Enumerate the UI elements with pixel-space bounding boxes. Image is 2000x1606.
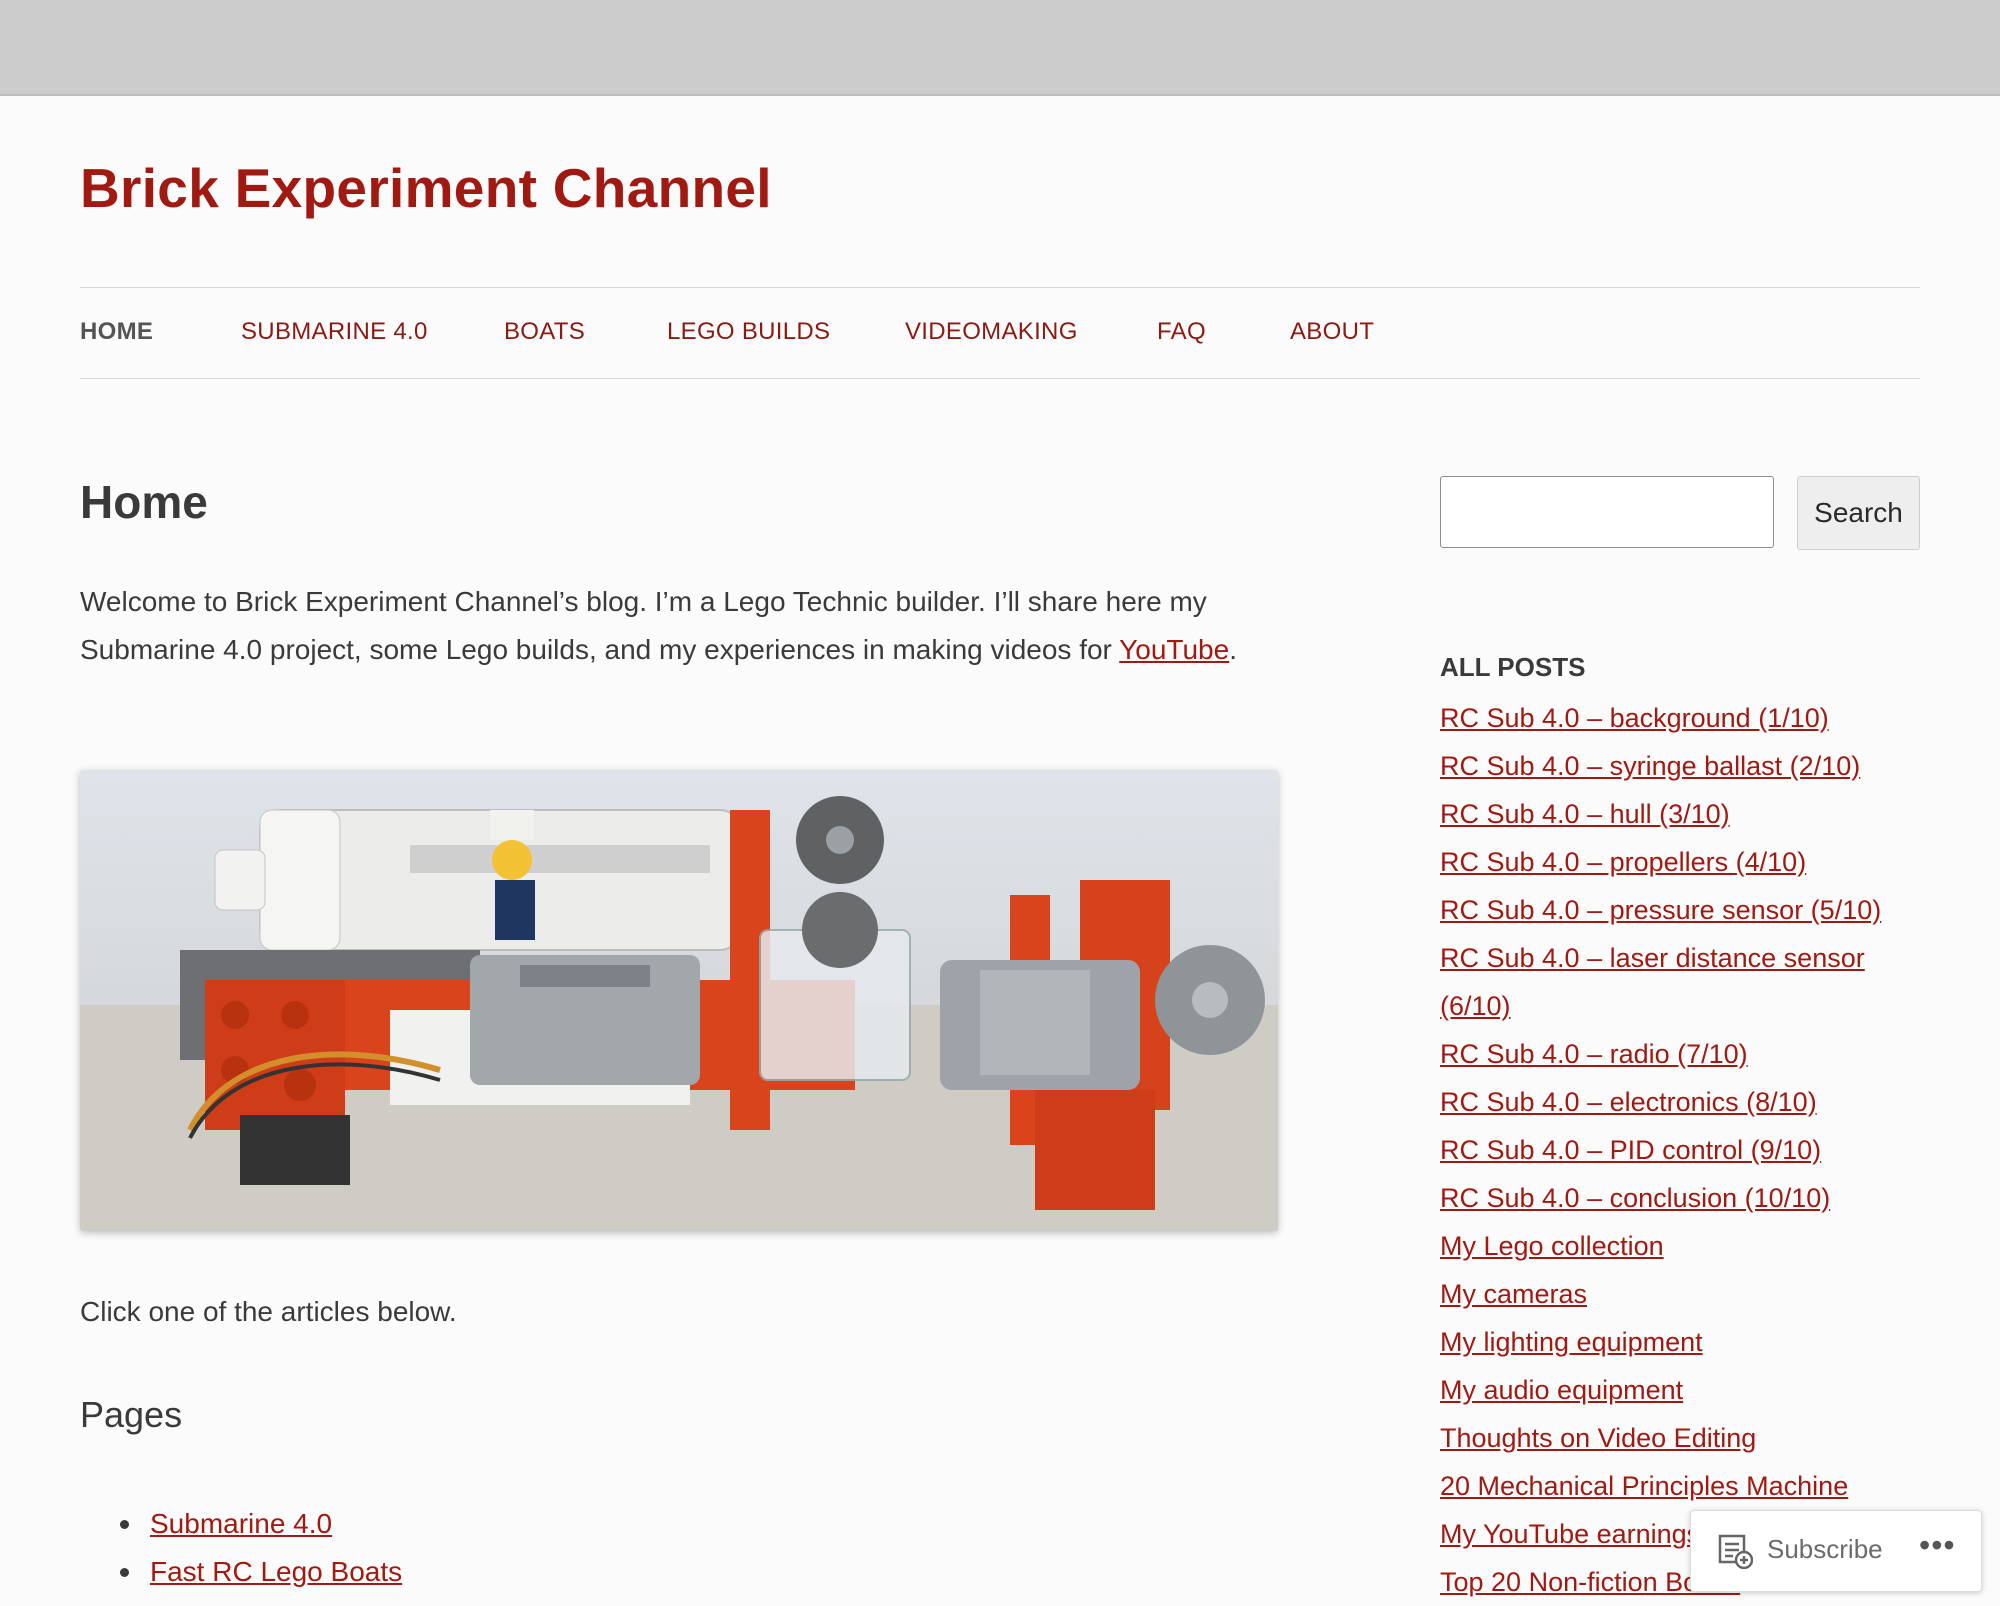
list-item: My cameras [1440,1270,1910,1318]
page-link-submarine[interactable]: Submarine 4.0 [150,1508,332,1539]
nav-item-boats[interactable]: BOATS [504,318,585,346]
nav-item-about[interactable]: ABOUT [1290,318,1374,346]
search-button[interactable]: Search [1797,476,1920,550]
post-link[interactable]: RC Sub 4.0 – pressure sensor (5/10) [1440,895,1881,925]
search-input[interactable] [1440,476,1774,548]
post-link[interactable]: My lighting equipment [1440,1327,1703,1357]
list-item: My lighting equipment [1440,1318,1910,1366]
page-link-boats[interactable]: Fast RC Lego Boats [150,1556,402,1587]
list-item: RC Sub 4.0 – electronics (8/10) [1440,1078,1910,1126]
pages-heading: Pages [80,1394,183,1435]
list-item: RC Sub 4.0 – hull (3/10) [1440,790,1910,838]
subscribe-button[interactable]: Subscribe [1767,1534,1883,1565]
nav-item-lego-builds[interactable]: LEGO BUILDS [667,318,830,346]
post-link[interactable]: RC Sub 4.0 – syringe ballast (2/10) [1440,751,1860,781]
list-item: RC Sub 4.0 – syringe ballast (2/10) [1440,742,1910,790]
post-link[interactable]: RC Sub 4.0 – laser distance sensor (6/10… [1440,943,1865,1021]
intro-paragraph: Welcome to Brick Experiment Channel’s bl… [80,578,1280,674]
list-item: My audio equipment [1440,1366,1910,1414]
main-navigation: HOME SUBMARINE 4.0 BOATS LEGO BUILDS VID… [80,287,1920,379]
list-item: RC Sub 4.0 – PID control (9/10) [1440,1126,1910,1174]
post-link[interactable]: RC Sub 4.0 – radio (7/10) [1440,1039,1748,1069]
list-item: RC Sub 4.0 – propellers (4/10) [1440,838,1910,886]
list-item: RC Sub 4.0 – pressure sensor (5/10) [1440,886,1910,934]
lego-submarine-illustration [80,770,1278,1231]
post-link[interactable]: RC Sub 4.0 – propellers (4/10) [1440,847,1806,877]
list-item: RC Sub 4.0 – laser distance sensor (6/10… [1440,934,1910,1030]
browser-top-bar [0,0,2000,96]
post-link[interactable]: Thoughts on Video Editing [1440,1423,1756,1453]
post-link[interactable]: RC Sub 4.0 – PID control (9/10) [1440,1135,1821,1165]
all-posts-heading: ALL POSTS [1440,652,1586,682]
list-item: RC Sub 4.0 – background (1/10) [1440,694,1910,742]
intro-text: Welcome to Brick Experiment Channel’s bl… [80,586,1207,665]
nav-item-videomaking[interactable]: VIDEOMAKING [905,318,1078,346]
list-item: Thoughts on Video Editing [1440,1414,1910,1462]
pages-list: Submarine 4.0 Fast RC Lego Boats [119,1500,402,1596]
hero-image-lego-submarine [80,770,1278,1231]
nav-item-faq[interactable]: FAQ [1157,318,1206,346]
list-item: Submarine 4.0 [119,1500,402,1548]
post-link[interactable]: My Lego collection [1440,1231,1664,1261]
more-options-icon[interactable]: ••• [1919,1527,1956,1564]
page-title: Home [80,476,208,528]
post-link[interactable]: My cameras [1440,1279,1587,1309]
subscribe-icon [1717,1533,1754,1574]
list-item: Fast RC Lego Boats [119,1548,402,1596]
list-item: RC Sub 4.0 – radio (7/10) [1440,1030,1910,1078]
click-instruction: Click one of the articles below. [80,1296,457,1327]
list-item: RC Sub 4.0 – conclusion (10/10) [1440,1174,1910,1222]
list-item: 20 Mechanical Principles Machine [1440,1462,1910,1510]
nav-item-submarine[interactable]: SUBMARINE 4.0 [241,318,428,346]
intro-end: . [1229,634,1237,665]
post-link[interactable]: RC Sub 4.0 – hull (3/10) [1440,799,1730,829]
post-link[interactable]: My audio equipment [1440,1375,1683,1405]
list-item: My Lego collection [1440,1222,1910,1270]
site-title[interactable]: Brick Experiment Channel [80,156,772,220]
subscribe-widget[interactable]: Subscribe ••• [1690,1510,1982,1592]
nav-item-home[interactable]: HOME [80,318,153,346]
youtube-link[interactable]: YouTube [1119,634,1229,665]
post-link[interactable]: RC Sub 4.0 – electronics (8/10) [1440,1087,1817,1117]
post-link[interactable]: My YouTube earnings [1440,1519,1700,1549]
post-link[interactable]: RC Sub 4.0 – background (1/10) [1440,703,1829,733]
post-link[interactable]: RC Sub 4.0 – conclusion (10/10) [1440,1183,1830,1213]
all-posts-list: RC Sub 4.0 – background (1/10) RC Sub 4.… [1440,694,1910,1606]
post-link[interactable]: 20 Mechanical Principles Machine [1440,1471,1848,1501]
